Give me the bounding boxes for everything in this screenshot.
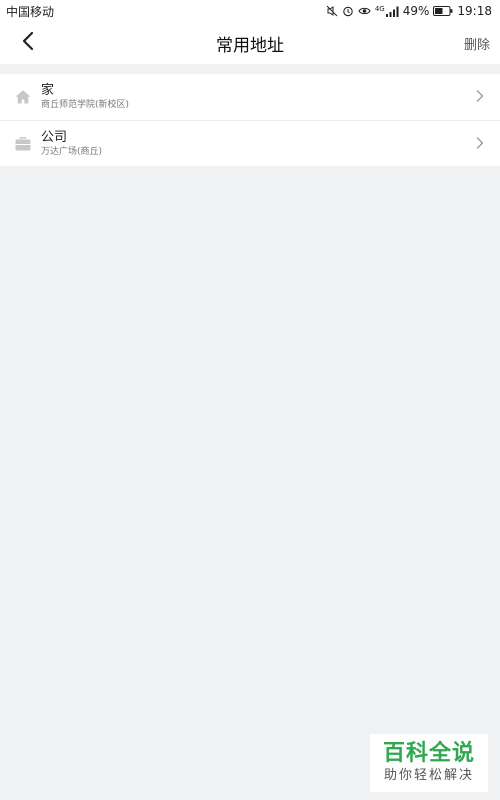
watermark-logo: 百科全说 助你轻松解决 bbox=[370, 734, 488, 792]
watermark-title: 百科全说 bbox=[382, 741, 475, 766]
battery-icon bbox=[433, 6, 453, 16]
address-item-company[interactable]: 公司 万达广场(商丘) bbox=[0, 120, 500, 166]
home-icon bbox=[14, 88, 32, 106]
chevron-left-icon bbox=[22, 31, 34, 55]
nav-bar: 常用地址 删除 bbox=[0, 22, 500, 64]
section-gap bbox=[0, 64, 500, 74]
address-item-home[interactable]: 家 商丘师范学院(新校区) bbox=[0, 74, 500, 120]
carrier-label: 中国移动 bbox=[6, 4, 55, 19]
battery-percent: 49% bbox=[402, 4, 430, 18]
address-list: 家 商丘师范学院(新校区) 公司 万达广场(商丘) bbox=[0, 74, 500, 166]
status-bar: 中国移动 4G 49% 19:18 bbox=[0, 0, 500, 22]
status-icons: 4G 49% 19:18 bbox=[326, 4, 492, 18]
chevron-right-icon bbox=[476, 88, 484, 107]
clock-time: 19:18 bbox=[457, 4, 492, 18]
alarm-icon bbox=[342, 5, 354, 17]
back-button[interactable] bbox=[12, 22, 44, 64]
page-title: 常用地址 bbox=[216, 35, 284, 56]
mute-icon bbox=[326, 5, 338, 17]
delete-button[interactable]: 删除 bbox=[464, 22, 490, 64]
signal-icon: 4G bbox=[374, 4, 399, 17]
eye-icon bbox=[358, 5, 371, 17]
network-type: 4G bbox=[374, 4, 385, 13]
briefcase-icon bbox=[14, 135, 32, 153]
address-detail: 商丘师范学院(新校区) bbox=[41, 100, 130, 110]
watermark-subtitle: 助你轻松解决 bbox=[383, 768, 474, 783]
address-name: 公司 bbox=[41, 129, 68, 145]
address-detail: 万达广场(商丘) bbox=[41, 146, 103, 157]
address-name: 家 bbox=[41, 83, 55, 98]
chevron-right-icon bbox=[476, 134, 484, 153]
